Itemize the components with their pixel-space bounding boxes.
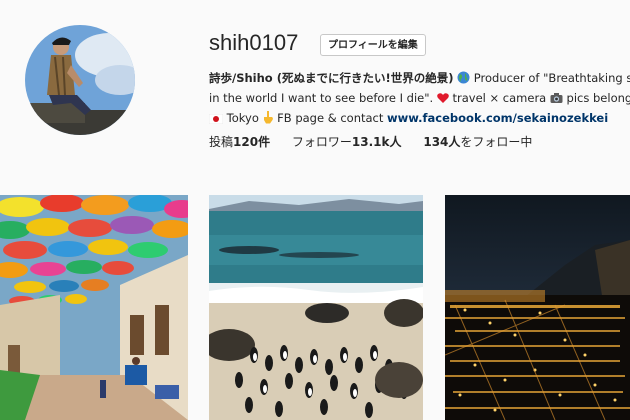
- bio-facebook-link[interactable]: www.facebook.com/sekainozekkei: [387, 111, 608, 125]
- posts-value: 120件: [233, 135, 271, 149]
- pointing-down-hand-icon: [263, 111, 274, 129]
- profile-username: shih0107: [209, 30, 299, 55]
- bio-line-1: 詩歩/Shiho (死ぬまでに行きたい!世界の絶景) Producer of "…: [209, 69, 630, 89]
- avatar[interactable]: [25, 25, 135, 135]
- bio-line-3: Tokyo FB page & contact www.facebook.com…: [209, 109, 630, 129]
- profile-stats: 投稿120件 フォロワー13.1k人 134人をフォロー中: [209, 133, 550, 150]
- bio-line-2: in the world I want to see before I die"…: [209, 89, 630, 109]
- bio-line2-text-c: pics belong 2 m: [566, 91, 630, 105]
- heart-icon: [437, 91, 449, 109]
- followers-value: 13.1k人: [351, 135, 402, 149]
- bio-line3-text-a: Tokyo: [226, 111, 259, 125]
- edit-profile-button[interactable]: プロフィールを編集: [320, 34, 426, 56]
- posts-label: 投稿: [209, 135, 234, 149]
- bio-line3-text-b: FB page & contact: [277, 111, 384, 125]
- posts-count: 投稿120件: [209, 135, 274, 149]
- japan-flag-icon: [209, 111, 224, 129]
- following-label: をフォロー中: [460, 135, 533, 149]
- bio-line2-text-a: in the world I want to see before I die"…: [209, 91, 434, 105]
- photo-night-city[interactable]: [445, 195, 630, 420]
- followers-label: フォロワー: [291, 135, 352, 149]
- photo-umbrella-street[interactable]: [0, 195, 188, 420]
- camera-icon: [550, 91, 563, 109]
- following-count[interactable]: 134人をフォロー中: [423, 135, 532, 149]
- following-value: 134人: [423, 135, 461, 149]
- bio-line2-text-b: travel × camera: [452, 91, 547, 105]
- bio-producer-text: Producer of "Breathtaking si: [473, 71, 630, 85]
- globe-icon: [457, 71, 470, 89]
- photo-penguin-beach[interactable]: [209, 195, 423, 420]
- bio-display-name: 詩歩/Shiho (死ぬまでに行きたい!世界の絶景): [209, 71, 454, 85]
- profile-bio: 詩歩/Shiho (死ぬまでに行きたい!世界の絶景) Producer of "…: [209, 69, 630, 129]
- followers-count[interactable]: フォロワー13.1k人: [292, 135, 405, 149]
